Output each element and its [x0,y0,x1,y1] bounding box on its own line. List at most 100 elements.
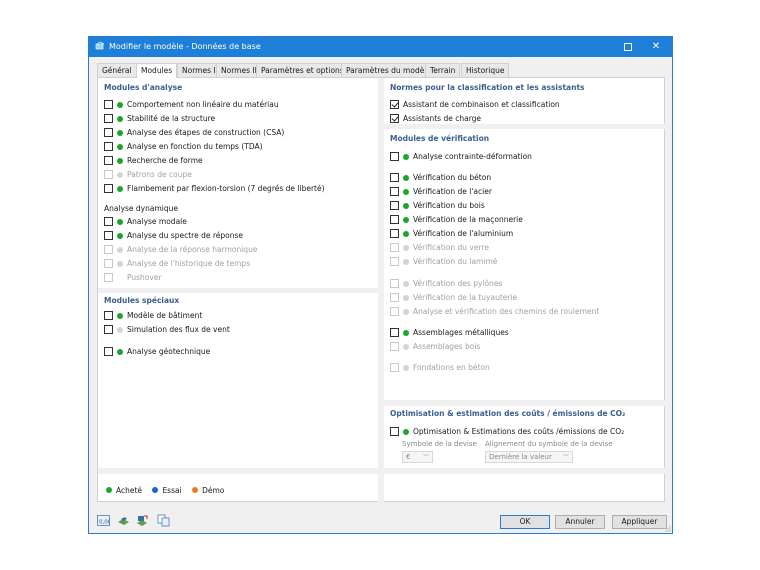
status-dot [117,260,123,267]
import-icon[interactable] [135,514,148,527]
module-label: Vérification de la maçonnerie [413,215,523,224]
checkbox[interactable] [104,114,113,123]
checkbox[interactable] [104,231,113,240]
column-separator [378,78,384,503]
module-label: Analyse géotechnique [127,347,211,356]
units-icon[interactable]: 0,00 [97,514,110,527]
checkbox[interactable] [390,187,399,196]
status-dot [403,280,409,287]
checkbox [390,342,399,351]
title-bar[interactable]: Modifier le modèle - Données de base ✕ [89,37,672,57]
separator [98,468,378,474]
currency-alignment-label: Alignement du symbole de la devise [485,440,613,448]
close-button[interactable]: ✕ [649,40,663,54]
legend-purchased: Acheté [116,485,143,495]
status-dot [403,202,409,209]
checkbox[interactable] [104,184,113,193]
maximize-icon [624,43,632,51]
checkbox [390,243,399,252]
checkbox[interactable] [390,173,399,182]
status-dot [117,246,123,253]
legend-dot-demo [192,487,199,493]
resize-grip-icon[interactable] [665,526,671,532]
module-label: Assemblages bois [413,342,481,351]
dynamic-analysis-subtitle: Analyse dynamique [104,204,178,213]
app-icon [95,41,105,50]
tab-parametres-modele[interactable]: Paramètres du modèle [341,63,437,77]
checkbox[interactable] [104,325,113,334]
status-dot [403,188,409,195]
norm-label: Assistant de combinaison et classificati… [403,100,560,109]
status-dot [117,157,123,164]
checkbox[interactable] [390,201,399,210]
module-label: Stabilité de la structure [127,114,216,123]
checkbox[interactable] [390,427,399,436]
module-label: Recherche de forme [127,156,203,165]
checkbox[interactable] [390,152,399,161]
checkbox[interactable] [390,114,399,123]
module-label: Pushover [127,273,162,282]
checkbox[interactable] [104,156,113,165]
checkbox[interactable] [104,311,113,320]
status-dot [117,348,123,355]
checkbox [104,259,113,268]
status-dot [117,185,123,192]
copy-icon[interactable] [157,514,170,527]
module-label: Modèle de bâtiment [127,311,203,320]
module-label: Vérification des pylônes [413,279,503,288]
checkbox[interactable] [390,229,399,238]
module-label: Flambement par flexion-torsion (7 degrés… [127,184,325,193]
status-dot [403,153,409,160]
status-dot [403,308,409,315]
maximize-button[interactable] [621,40,635,54]
status-dot [403,294,409,301]
module-label: Patrons de coupe [127,170,192,179]
apply-button[interactable]: Appliquer [612,515,667,529]
status-dot [403,343,409,350]
status-dot [403,230,409,237]
analysis-modules-title: Modules d'analyse [104,83,183,92]
tab-general[interactable]: Général [97,63,137,77]
tab-normes-1[interactable]: Normes I [177,63,221,77]
status-dot [117,101,123,108]
optimization-title: Optimisation & estimation des coûts / ém… [390,409,626,418]
module-label: Analyse du spectre de réponse [127,231,243,240]
checkbox[interactable] [104,347,113,356]
status-dot [117,171,123,178]
legend-dot-purchased [106,487,112,493]
status-dot [117,218,123,225]
currency-alignment-select[interactable]: Dernière la valeur ﹀ [485,451,573,463]
checkbox [390,279,399,288]
checkbox[interactable] [104,128,113,137]
special-modules-title: Modules spéciaux [104,296,180,305]
tab-historique[interactable]: Historique [461,63,510,77]
module-label: Vérification de la tuyauterie [413,293,518,302]
checkbox[interactable] [104,217,113,226]
chevron-down-icon: ﹀ [562,454,569,461]
module-label: Vérification du béton [413,173,492,182]
currency-symbol-label: Symbole de la devise [402,440,477,448]
module-label: Simulation des flux de vent [127,325,230,334]
checkbox [104,273,113,282]
checkbox[interactable] [390,215,399,224]
status-dot [117,129,123,136]
model-icon[interactable] [117,514,130,527]
status-dot [403,329,409,336]
checkbox[interactable] [104,100,113,109]
tab-terrain[interactable]: Terrain [425,63,461,77]
status-dot [403,428,409,435]
tab-normes-2[interactable]: Normes II [216,63,262,77]
module-label: Vérification du bois [413,201,485,210]
checkbox[interactable] [104,142,113,151]
currency-symbol-select[interactable]: € ﹀ [402,451,433,463]
window-title: Modifier le modèle - Données de base [109,42,261,51]
module-label: Vérification de l'acier [413,187,492,196]
checkbox [390,293,399,302]
status-dot [403,216,409,223]
tab-parametres-options[interactable]: Paramètres et options [256,63,349,77]
ok-button[interactable]: OK [500,515,550,529]
checkbox[interactable] [390,100,399,109]
checkbox[interactable] [390,328,399,337]
cancel-button[interactable]: Annuler [555,515,605,529]
tab-modules[interactable]: Modules [136,63,178,78]
